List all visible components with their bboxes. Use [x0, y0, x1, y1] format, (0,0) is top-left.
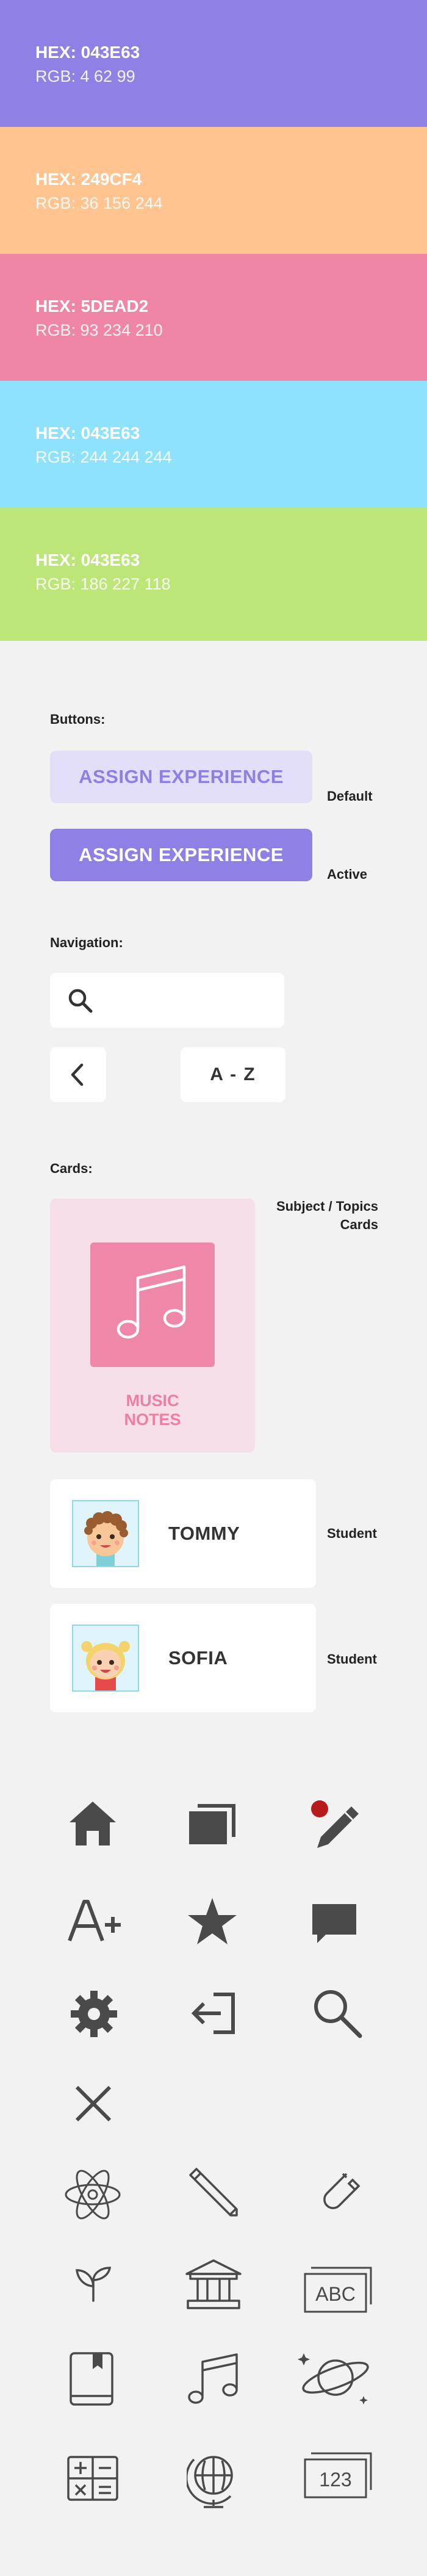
navigation-section-label: Navigation: [50, 935, 123, 950]
active-caption: Active [327, 867, 368, 882]
search-input[interactable] [50, 973, 284, 1028]
swatch-hex: HEX: 043E63 [35, 43, 140, 62]
student-card-sofia[interactable]: SOFIA [50, 1604, 316, 1712]
chat-icon[interactable] [311, 1903, 357, 1946]
sort-az-button[interactable]: A - Z [181, 1047, 285, 1102]
planet-icon [298, 2347, 373, 2408]
globe-icon [187, 2450, 240, 2511]
swatch-hex: HEX: 043E63 [35, 550, 140, 569]
edit-notification-icon[interactable] [309, 1799, 361, 1850]
close-icon[interactable] [73, 2084, 113, 2124]
grade-icon[interactable] [67, 1898, 122, 1943]
numbers-board-icon: 123 [303, 2451, 373, 2500]
svg-text:123: 123 [319, 2469, 351, 2491]
star-icon[interactable] [187, 1897, 238, 1946]
subject-name: MUSIC NOTES [124, 1391, 181, 1429]
swatch-rgb: RGB: 4 62 99 [35, 67, 135, 85]
home-icon[interactable] [67, 1799, 118, 1848]
swatch-3: HEX: 5DEAD2 RGB: 93 234 210 [0, 254, 427, 381]
search-icon [66, 986, 94, 1014]
book-icon [68, 2351, 115, 2407]
subject-card-caption: Subject / Topics Cards [276, 1199, 378, 1232]
assign-experience-button-active[interactable]: ASSIGN EXPERIENCE [50, 829, 312, 881]
girl-avatar-icon [81, 1641, 130, 1690]
swatch-hex: HEX: 249CF4 [35, 170, 142, 189]
settings-icon[interactable] [70, 1990, 118, 2038]
abc-board-icon: ABC [303, 2265, 373, 2314]
student-card-tommy[interactable]: TOMMY [50, 1479, 316, 1588]
swatch-1: HEX: 043E63 RGB: 4 62 99 [0, 0, 427, 127]
swatch-2: HEX: 249CF4 RGB: 36 156 244 [0, 127, 427, 254]
avatar [72, 1625, 139, 1692]
student-name: TOMMY [168, 1523, 240, 1544]
boy-avatar-icon [84, 1511, 128, 1566]
magnet-icon [312, 2171, 361, 2218]
layers-icon[interactable] [188, 1803, 237, 1845]
student-name: SOFIA [168, 1647, 228, 1669]
chevron-left-icon [67, 1063, 89, 1087]
subject-tile [90, 1243, 215, 1367]
back-button[interactable] [50, 1047, 106, 1102]
buttons-section-label: Buttons: [50, 712, 106, 727]
search-icon[interactable] [311, 1987, 362, 2038]
swatch-rgb: RGB: 186 227 118 [35, 575, 171, 593]
music-notes-icon [184, 2351, 240, 2407]
cards-section-label: Cards: [50, 1161, 93, 1176]
pencil-icon [188, 2167, 239, 2218]
sprout-icon [74, 2265, 112, 2302]
music-note-icon [109, 1260, 196, 1351]
student-caption: Student [327, 1651, 377, 1667]
logout-icon[interactable] [190, 1992, 237, 2035]
atom-icon [63, 2165, 122, 2224]
swatch-hex: HEX: 043E63 [35, 424, 140, 442]
swatch-4: HEX: 043E63 RGB: 244 244 244 [0, 381, 427, 508]
swatch-5: HEX: 043E63 RGB: 186 227 118 [0, 508, 427, 641]
assign-experience-button-default[interactable]: ASSIGN EXPERIENCE [50, 751, 312, 803]
student-caption: Student [327, 1526, 377, 1541]
swatch-rgb: RGB: 93 234 210 [35, 321, 163, 339]
swatch-hex: HEX: 5DEAD2 [35, 297, 149, 316]
svg-text:ABC: ABC [315, 2283, 356, 2305]
swatch-rgb: RGB: 244 244 244 [35, 448, 172, 466]
museum-icon [184, 2258, 243, 2311]
calculator-icon [66, 2455, 120, 2502]
default-caption: Default [327, 788, 373, 804]
avatar [72, 1500, 139, 1567]
swatch-rgb: RGB: 36 156 244 [35, 194, 163, 212]
subject-card[interactable]: MUSIC NOTES [50, 1199, 255, 1452]
